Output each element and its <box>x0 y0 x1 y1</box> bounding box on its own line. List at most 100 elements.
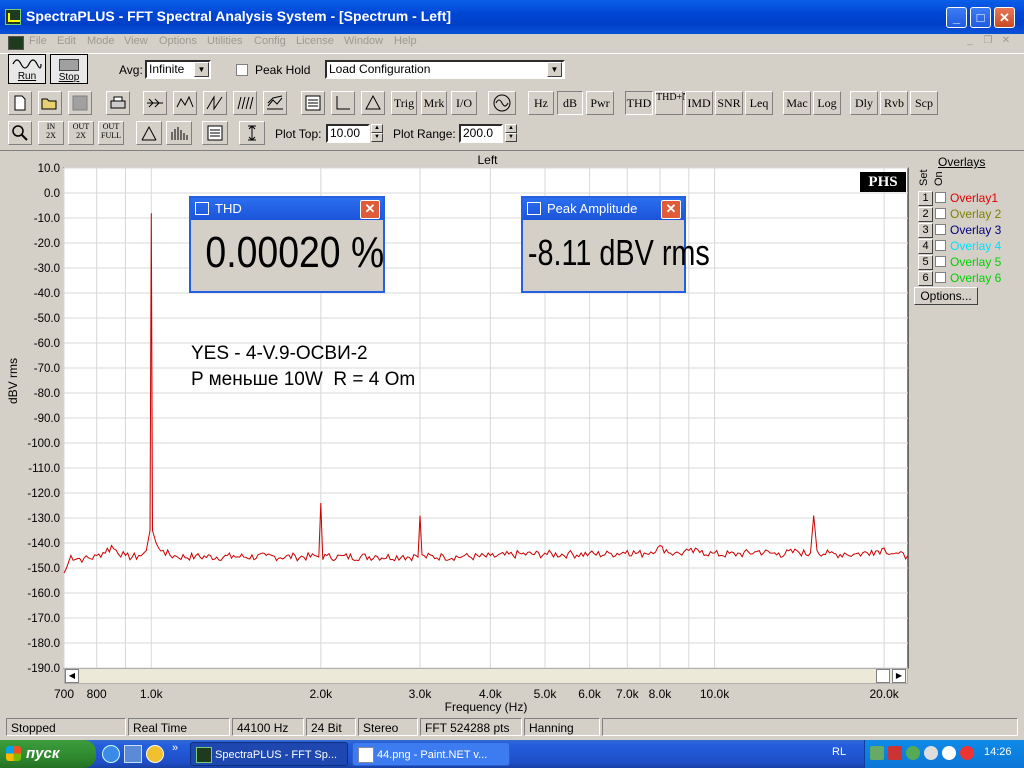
x-tick-label: 800 <box>87 687 107 701</box>
x-axis-title: Frequency (Hz) <box>444 700 528 714</box>
y-tick-label: -10.0 <box>34 213 60 225</box>
y-tick-label: -120.0 <box>27 488 60 500</box>
overlay-set-button[interactable]: 2 <box>918 207 933 222</box>
overlay-label: Overlay 2 <box>950 207 1002 221</box>
y-tick-label: -140.0 <box>27 538 60 550</box>
y-tick-label: -160.0 <box>27 588 60 600</box>
y-tick-label: -180.0 <box>27 638 60 650</box>
overlay-options-button[interactable]: Options... <box>914 287 978 305</box>
overlays-title: Overlays <box>938 155 986 169</box>
y-tick-label: -70.0 <box>34 363 60 375</box>
start-button[interactable]: пуск <box>0 740 96 768</box>
peak-value: -8.11 dBV rms <box>527 232 710 273</box>
thd-value: 0.00020 % <box>205 228 385 277</box>
annotation-line-2: P меньше 10W R = 4 Om <box>191 369 416 390</box>
x-axis-ticks: 700 800 1.0k 2.0k 3.0k 4.0k 5.0k 6.0k 7.0k 8.0k 10… <box>54 687 900 701</box>
mail-icon[interactable] <box>146 745 164 763</box>
spectrum-plot[interactable]: 10.0 0.0 -10.0 -20.0 -30.0 -40.0 -50.0 -60.0 -70… <box>0 0 1024 740</box>
overlay-label: Overlay 4 <box>950 239 1002 253</box>
clock: 14:26 <box>984 746 1012 758</box>
tray-security-icon[interactable] <box>888 746 902 760</box>
y-tick-label: -110.0 <box>28 463 60 475</box>
meter-icon <box>527 202 541 215</box>
overlay-label: Overlay1 <box>950 191 999 205</box>
y-tick-label: -100.0 <box>27 438 60 450</box>
x-tick-label: 8.0k <box>649 687 673 701</box>
task-paint-net[interactable]: 44.png - Paint.NET v... <box>352 742 510 766</box>
x-tick-label: 4.0k <box>479 687 503 701</box>
y-tick-label: -50.0 <box>34 313 60 325</box>
ie-icon[interactable] <box>102 745 120 763</box>
x-tick-label: 5.0k <box>534 687 558 701</box>
peak-close-button[interactable]: ✕ <box>661 200 681 219</box>
scroll-right-icon[interactable]: ▶ <box>892 669 906 683</box>
y-tick-label: -20.0 <box>34 238 60 250</box>
status-mode: Real Time <box>128 718 230 736</box>
task-spectraplus-label: SpectraPLUS - FFT Sp... <box>215 749 338 761</box>
y-tick-label: 10.0 <box>38 163 60 175</box>
overlay-on-checkbox[interactable] <box>935 240 946 251</box>
desktop-icon[interactable] <box>124 745 142 763</box>
overlay-row[interactable]: 3 Overlay 3 <box>918 223 1018 238</box>
status-state: Stopped <box>6 718 126 736</box>
meter-icon <box>195 202 209 215</box>
status-fft-size: FFT 524288 pts <box>420 718 522 736</box>
overlay-set-button[interactable]: 5 <box>918 255 933 270</box>
overlay-set-button[interactable]: 1 <box>918 191 933 206</box>
y-tick-label: -80.0 <box>34 388 60 400</box>
y-tick-label: -30.0 <box>34 263 60 275</box>
phs-logo: PHS <box>860 172 906 192</box>
status-empty <box>602 718 1018 736</box>
x-tick-label: 20.0k <box>869 687 899 701</box>
overlay-row[interactable]: 5 Overlay 5 <box>918 255 1018 270</box>
overlay-on-checkbox[interactable] <box>935 192 946 203</box>
status-sample-rate: 44100 Hz <box>232 718 304 736</box>
y-tick-label: -60.0 <box>34 338 60 350</box>
tray-volume-icon[interactable] <box>924 746 938 760</box>
overlay-on-checkbox[interactable] <box>935 224 946 235</box>
overlay-set-button[interactable]: 3 <box>918 223 933 238</box>
status-channels: Stereo <box>358 718 418 736</box>
horizontal-scrollbar[interactable] <box>64 668 908 684</box>
y-tick-label: -190.0 <box>27 663 60 675</box>
overlay-on-checkbox[interactable] <box>935 208 946 219</box>
overlay-label: Overlay 5 <box>950 255 1002 269</box>
annotation-line-1: YES - 4-V.9-ОСВИ-2 <box>191 343 368 364</box>
tray-app-icon[interactable] <box>870 746 884 760</box>
overlay-row[interactable]: 6 Overlay 6 <box>918 271 1018 286</box>
set-header: Set <box>918 169 930 186</box>
overlay-set-button[interactable]: 6 <box>918 271 933 286</box>
thd-close-button[interactable]: ✕ <box>360 200 380 219</box>
overlay-row[interactable]: 2 Overlay 2 <box>918 207 1018 222</box>
overlay-row[interactable]: 1 Overlay1 <box>918 191 1018 206</box>
y-tick-label: -40.0 <box>34 288 60 300</box>
thd-window-title: THD <box>215 201 242 216</box>
thd-window-titlebar[interactable]: THD ✕ <box>191 198 383 220</box>
overlay-label: Overlay 6 <box>950 271 1002 285</box>
x-tick-label: 7.0k <box>616 687 640 701</box>
tray-update-icon[interactable] <box>942 746 956 760</box>
y-tick-label: -130.0 <box>27 513 60 525</box>
peak-amplitude-window[interactable]: Peak Amplitude ✕ -8.11 dBV rms <box>521 196 710 293</box>
paint-net-icon <box>358 747 374 763</box>
start-label: пуск <box>26 745 60 762</box>
y-axis-ticks: 10.0 0.0 -10.0 -20.0 -30.0 -40.0 -50.0 -60.0 -70… <box>27 163 60 675</box>
y-tick-label: -170.0 <box>27 613 60 625</box>
task-paint-net-label: 44.png - Paint.NET v... <box>377 749 488 761</box>
scroll-left-icon[interactable]: ◀ <box>65 669 79 683</box>
thd-window[interactable]: THD ✕ 0.00020 % <box>189 196 385 293</box>
scroll-thumb[interactable] <box>876 669 890 683</box>
quicklaunch-expand-icon[interactable]: » <box>172 742 178 754</box>
peak-window-titlebar[interactable]: Peak Amplitude ✕ <box>523 198 684 220</box>
x-tick-label: 2.0k <box>309 687 333 701</box>
task-spectraplus[interactable]: SpectraPLUS - FFT Sp... <box>190 742 348 766</box>
y-tick-label: -90.0 <box>34 413 60 425</box>
tray-antivirus-icon[interactable] <box>960 746 974 760</box>
overlay-on-checkbox[interactable] <box>935 256 946 267</box>
language-indicator[interactable]: RL <box>832 746 846 758</box>
x-tick-label: 10.0k <box>700 687 730 701</box>
tray-network-icon[interactable] <box>906 746 920 760</box>
overlay-set-button[interactable]: 4 <box>918 239 933 254</box>
overlay-row[interactable]: 4 Overlay 4 <box>918 239 1018 254</box>
overlay-on-checkbox[interactable] <box>935 272 946 283</box>
